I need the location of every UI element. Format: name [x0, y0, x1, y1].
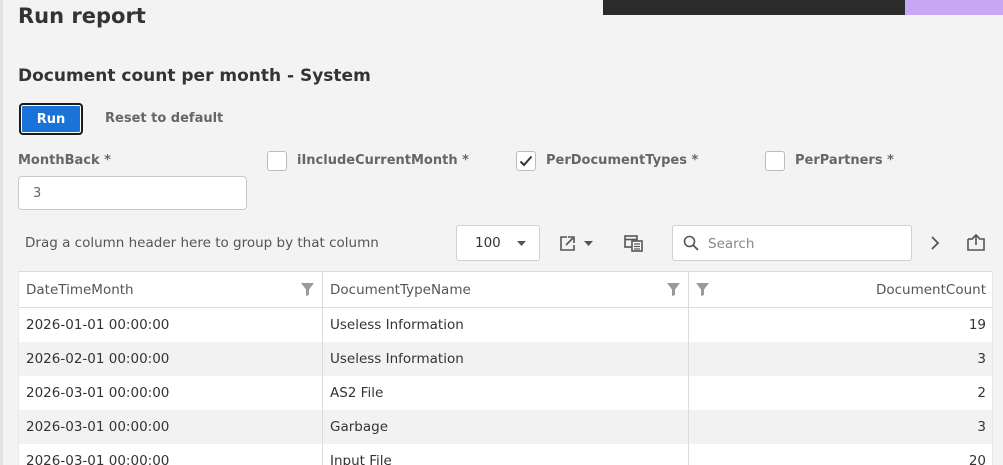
cell-documentcount: 3	[688, 342, 992, 376]
table-row[interactable]: 2026-01-01 00:00:00 Useless Information …	[19, 308, 992, 342]
chevron-down-icon	[517, 241, 526, 246]
left-edge	[0, 0, 3, 465]
data-grid: DateTimeMonth DocumentTypeName DocumentC…	[18, 271, 993, 465]
cell-datetimemonth: 2026-02-01 00:00:00	[26, 351, 170, 367]
column-header-label: DateTimeMonth	[26, 281, 134, 298]
column-header-label: DocumentCount	[875, 281, 986, 298]
month-back-input[interactable]	[18, 176, 247, 210]
column-header-documentcount[interactable]: DocumentCount	[688, 272, 992, 307]
notification-bar-accent	[905, 0, 1003, 15]
column-header-documenttypename[interactable]: DocumentTypeName	[322, 272, 688, 307]
search-input[interactable]	[706, 226, 910, 262]
notification-bar	[603, 0, 905, 15]
filter-icon[interactable]	[300, 282, 315, 297]
search-icon	[683, 235, 699, 251]
table-row[interactable]: 2026-03-01 00:00:00 Garbage 3	[19, 410, 992, 444]
next-button[interactable]	[926, 234, 944, 252]
export-button[interactable]	[556, 232, 596, 254]
column-header-label: DocumentTypeName	[330, 281, 471, 298]
cell-documenttypename: Input File	[322, 444, 688, 465]
cell-documentcount: 19	[688, 308, 992, 342]
cell-documentcount: 3	[688, 410, 992, 444]
column-chooser-button[interactable]	[623, 233, 645, 253]
fullscreen-button[interactable]	[965, 233, 987, 253]
checkmark-icon	[519, 155, 533, 167]
page-title: Run report	[18, 4, 146, 28]
include-current-month-label: iIncludeCurrentMonth *	[297, 153, 469, 168]
cell-datetimemonth: 2026-01-01 00:00:00	[26, 317, 170, 333]
month-back-label: MonthBack *	[18, 153, 111, 168]
report-title: Document count per month - System	[18, 66, 371, 86]
cell-documenttypename: Useless Information	[322, 342, 688, 376]
per-document-types-label: PerDocumentTypes *	[546, 153, 699, 168]
filter-icon[interactable]	[666, 282, 681, 297]
page-size-select[interactable]: 100	[456, 225, 540, 261]
cell-documentcount: 2	[688, 376, 992, 410]
column-header-datetimemonth[interactable]: DateTimeMonth	[19, 272, 322, 307]
table-row[interactable]: 2026-02-01 00:00:00 Useless Information …	[19, 342, 992, 376]
per-document-types-checkbox[interactable]	[516, 151, 536, 171]
cell-documenttypename: Garbage	[322, 410, 688, 444]
chevron-right-icon	[931, 236, 940, 250]
column-chooser-icon	[624, 235, 643, 252]
per-partners-checkbox[interactable]	[765, 151, 785, 171]
table-row[interactable]: 2026-03-01 00:00:00 Input File 20	[19, 444, 992, 465]
cell-documenttypename: AS2 File	[322, 376, 688, 410]
reset-to-default-button[interactable]: Reset to default	[105, 111, 223, 126]
grid-header-row: DateTimeMonth DocumentTypeName DocumentC…	[19, 272, 992, 308]
include-current-month-checkbox[interactable]	[267, 151, 287, 171]
cell-datetimemonth: 2026-03-01 00:00:00	[26, 419, 170, 435]
page-size-value: 100	[475, 235, 501, 251]
cell-documenttypename: Useless Information	[322, 308, 688, 342]
group-panel-hint[interactable]: Drag a column header here to group by th…	[25, 235, 379, 251]
per-partners-label: PerPartners *	[795, 153, 894, 168]
cell-datetimemonth: 2026-03-01 00:00:00	[26, 385, 170, 401]
run-report-page: Run report Document count per month - Sy…	[0, 0, 1003, 465]
cell-datetimemonth: 2026-03-01 00:00:00	[26, 453, 170, 465]
search-box[interactable]	[672, 225, 912, 262]
fullscreen-icon	[967, 233, 985, 251]
export-icon	[560, 236, 593, 251]
cell-documentcount: 20	[688, 444, 992, 465]
run-button[interactable]: Run	[19, 103, 83, 135]
table-row[interactable]: 2026-03-01 00:00:00 AS2 File 2	[19, 376, 992, 410]
